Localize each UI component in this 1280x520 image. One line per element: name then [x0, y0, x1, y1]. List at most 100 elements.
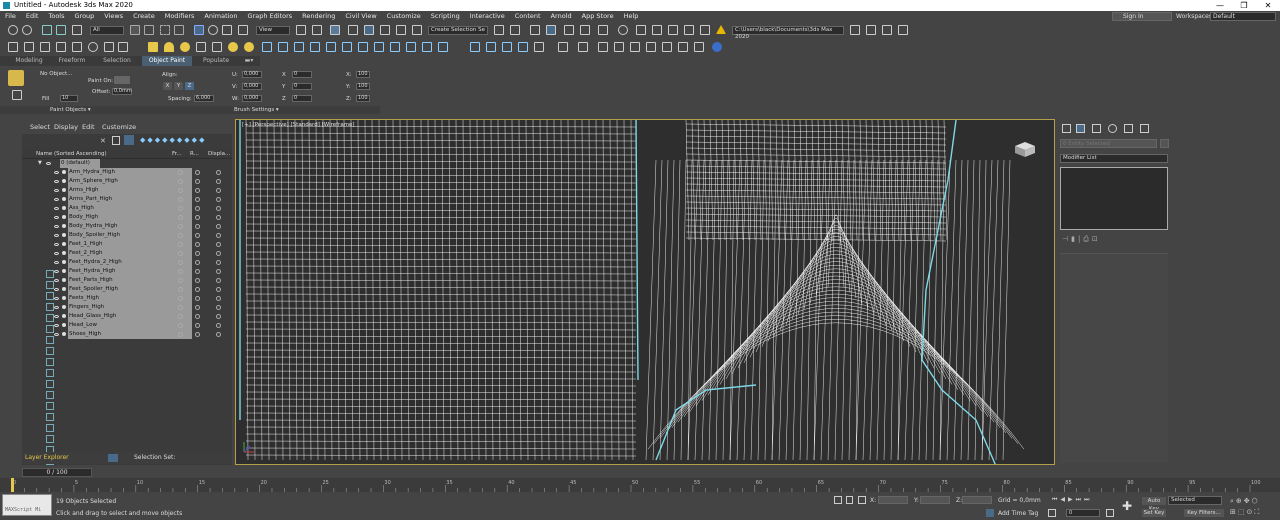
create-tab-icon[interactable]: [1062, 124, 1071, 133]
toolbar2-icon-4[interactable]: [56, 42, 66, 52]
toolbar2-icon-15[interactable]: [326, 42, 336, 52]
mirror-icon[interactable]: [494, 25, 504, 35]
selection-lock-icon[interactable]: [846, 496, 853, 504]
move-icon[interactable]: [194, 25, 204, 35]
render-toggle-icon[interactable]: [195, 197, 200, 202]
utilities-tab-icon[interactable]: [1140, 124, 1149, 133]
layer-explorer-label[interactable]: Layer Explorer: [25, 454, 69, 461]
display-toggle-icon[interactable]: [216, 233, 221, 238]
playback-controls[interactable]: ⏮◀▶⏭⏭: [1052, 496, 1116, 505]
freeze-toggle-icon[interactable]: [178, 224, 183, 229]
menu-animation[interactable]: Animation: [199, 11, 242, 22]
visibility-eye-icon[interactable]: [54, 252, 59, 255]
column-render-header[interactable]: R...: [190, 151, 199, 157]
menu-civil-view[interactable]: Civil View: [340, 11, 381, 22]
display-toggle-icon[interactable]: [216, 323, 221, 328]
freeze-toggle-icon[interactable]: [178, 278, 183, 283]
render-toggle-icon[interactable]: [195, 251, 200, 256]
sort-icon[interactable]: [124, 135, 134, 145]
menu-modifiers[interactable]: Modifiers: [160, 11, 200, 22]
freeze-toggle-icon[interactable]: [178, 314, 183, 319]
render-toggle-icon[interactable]: [195, 323, 200, 328]
freeze-toggle-icon[interactable]: [178, 323, 183, 328]
edit-named-selection-icon[interactable]: [412, 25, 422, 35]
toolbar2-icon-5[interactable]: [72, 42, 82, 52]
toolbar2-icon-10[interactable]: [212, 42, 222, 52]
select-object-icon[interactable]: [130, 25, 140, 35]
toggle-ribbon-icon[interactable]: [564, 25, 574, 35]
explorer-filter-icon[interactable]: [46, 369, 54, 377]
project-save-icon[interactable]: [898, 25, 908, 35]
toolbar2-icon-22[interactable]: [438, 42, 448, 52]
explorer-filter-icon[interactable]: [46, 292, 54, 300]
toolbar2-icon-33[interactable]: [646, 42, 656, 52]
layer-row-default[interactable]: ▼ 0 (default): [22, 159, 232, 168]
toolbar2-icon-14[interactable]: [310, 42, 320, 52]
table-row[interactable]: Arms_Part_High: [22, 195, 232, 204]
coord-x-field[interactable]: [878, 496, 908, 504]
render-toggle-icon[interactable]: [195, 278, 200, 283]
freeze-toggle-icon[interactable]: [178, 287, 183, 292]
explorer-filter-icon[interactable]: [46, 314, 54, 322]
toolbar2-icon-19[interactable]: [390, 42, 400, 52]
toolbar2-icon-8[interactable]: [118, 42, 128, 52]
display-filter-icons[interactable]: ◆◆◆◆◆◆◆◆◆: [140, 136, 220, 145]
render-toggle-icon[interactable]: [195, 332, 200, 337]
key-set-dropdown[interactable]: Selected: [1168, 496, 1222, 505]
pivot-center-icon[interactable]: [296, 25, 306, 35]
scale-x-spinner[interactable]: 100: [356, 71, 370, 78]
tab-populate[interactable]: Populate: [196, 56, 236, 66]
explorer-filter-icon[interactable]: [46, 424, 54, 432]
move-y-spinner[interactable]: 0: [292, 83, 312, 90]
visibility-eye-icon[interactable]: [54, 243, 59, 246]
explorer-filter-icon[interactable]: [46, 358, 54, 366]
freeze-toggle-icon[interactable]: [178, 242, 183, 247]
render-toggle-icon[interactable]: [195, 170, 200, 175]
visibility-eye-icon[interactable]: [54, 189, 59, 192]
modify-tab-icon[interactable]: [1076, 124, 1085, 133]
paint-eraser-icon[interactable]: [12, 90, 22, 100]
toolbar2-icon-7[interactable]: [104, 42, 114, 52]
paint-objects-panel[interactable]: Paint Objects ▾: [50, 106, 91, 114]
freeze-toggle-icon[interactable]: [178, 332, 183, 337]
menu-views[interactable]: Views: [99, 11, 128, 22]
freeze-toggle-icon[interactable]: [178, 170, 183, 175]
object-name-input[interactable]: [1060, 139, 1157, 148]
visibility-eye-icon[interactable]: [54, 261, 59, 264]
render-toggle-icon[interactable]: [195, 314, 200, 319]
toolbar2-icon-32[interactable]: [630, 42, 640, 52]
coord-y-field[interactable]: [920, 496, 950, 504]
menu-edit[interactable]: Edit: [21, 11, 44, 22]
toolbar2-icon-36[interactable]: [694, 42, 704, 52]
toolbar2-icon-31[interactable]: [614, 42, 624, 52]
toggle-scene-explorer-icon[interactable]: [530, 25, 540, 35]
visibility-eye-icon[interactable]: [54, 180, 59, 183]
freeze-toggle-icon[interactable]: [178, 188, 183, 193]
display-tab-icon[interactable]: [1124, 124, 1133, 133]
toolbar2-icon-29[interactable]: [578, 42, 588, 52]
explorer-filter-icon[interactable]: [46, 391, 54, 399]
time-tag-icon[interactable]: [986, 509, 994, 517]
display-toggle-icon[interactable]: [216, 287, 221, 292]
menu-group[interactable]: Group: [70, 11, 100, 22]
time-slider[interactable]: 0 / 100: [22, 468, 92, 477]
table-row[interactable]: Arms_High: [22, 186, 232, 195]
align-z-button[interactable]: Z: [185, 82, 194, 90]
visibility-eye-icon[interactable]: [54, 171, 59, 174]
display-toggle-icon[interactable]: [216, 215, 221, 220]
toolbar2-icon-25[interactable]: [502, 42, 512, 52]
table-row[interactable]: Ass_High: [22, 204, 232, 213]
absolute-mode-icon[interactable]: [858, 496, 866, 504]
toolbar2-icon-1[interactable]: [8, 42, 18, 52]
angle-snap-icon[interactable]: [364, 25, 374, 35]
window-crossing-icon[interactable]: [174, 25, 184, 35]
render-toggle-icon[interactable]: [195, 215, 200, 220]
explorer-filter-icon[interactable]: [46, 336, 54, 344]
expand-arrow-icon[interactable]: ▼: [38, 159, 42, 168]
filter-icon[interactable]: [112, 136, 120, 145]
freeze-toggle-icon[interactable]: [178, 251, 183, 256]
spinner-snap-icon[interactable]: [396, 25, 406, 35]
freeze-toggle-icon[interactable]: [178, 179, 183, 184]
table-row[interactable]: Feet_Hydra_2_High: [22, 258, 232, 267]
set-key-button[interactable]: Set Key: [1142, 509, 1166, 517]
